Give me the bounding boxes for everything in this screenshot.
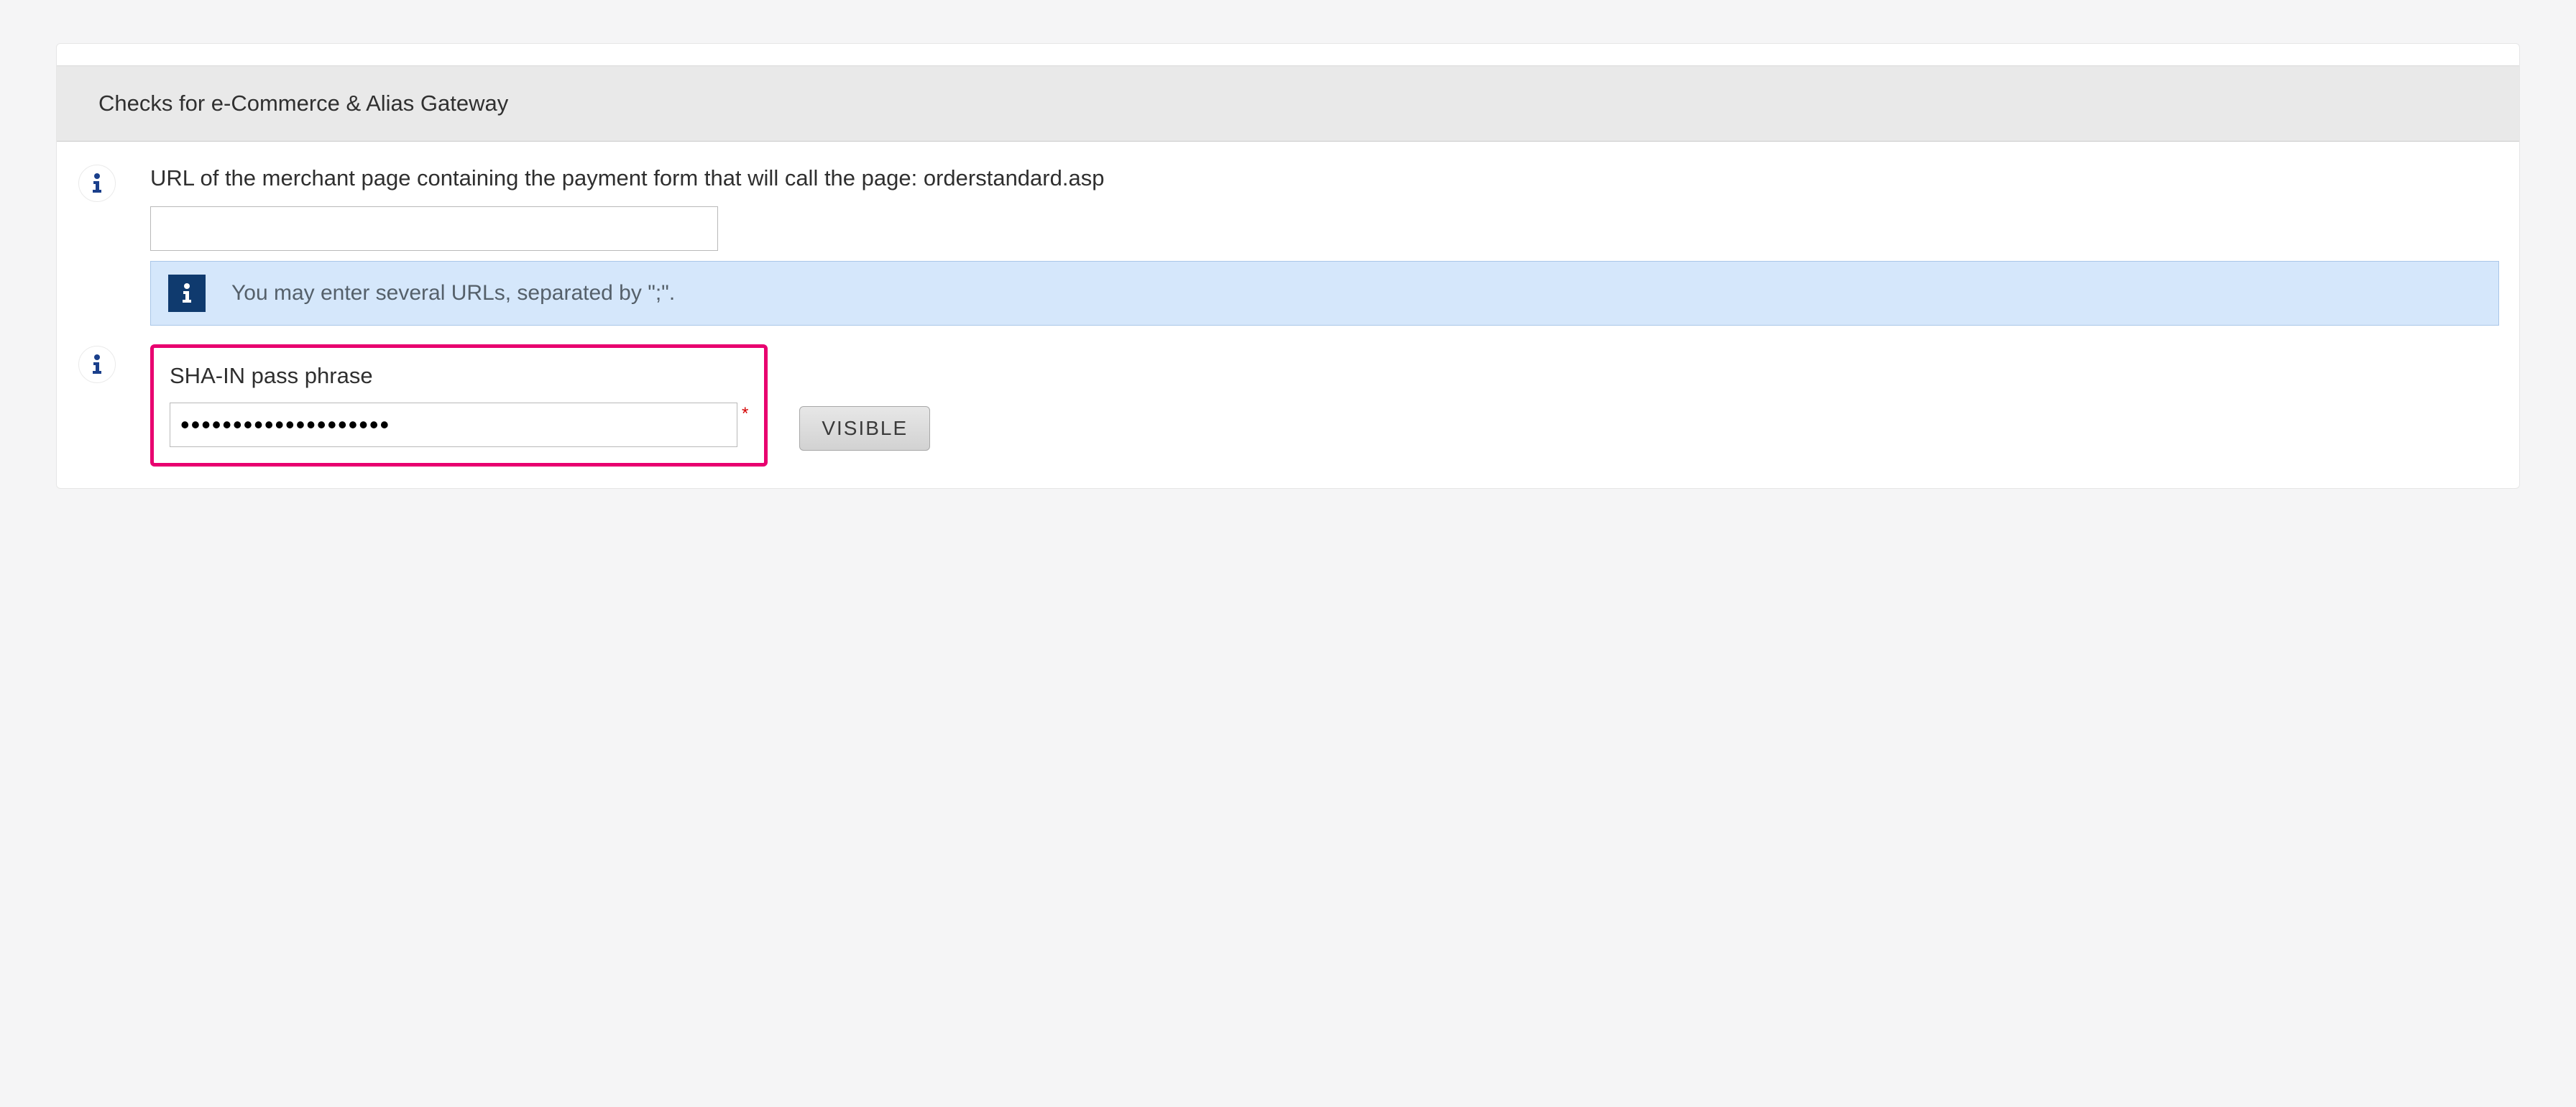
section-title: Checks for e-Commerce & Alias Gateway: [98, 91, 508, 116]
toggle-visibility-button[interactable]: VISIBLE: [799, 406, 930, 451]
sha-in-passphrase-input[interactable]: [170, 403, 737, 447]
sha-row: SHA-IN pass phrase * VISIBLE: [57, 344, 2519, 488]
url-row: URL of the merchant page containing the …: [57, 163, 2519, 326]
merchant-url-input[interactable]: [150, 206, 718, 251]
url-field-column: URL of the merchant page containing the …: [150, 163, 2519, 326]
sha-field-column: SHA-IN pass phrase * VISIBLE: [150, 344, 2519, 467]
info-square-icon: [168, 275, 206, 312]
required-indicator: *: [742, 404, 748, 424]
info-icon[interactable]: [78, 165, 116, 202]
url-note-box: You may enter several URLs, separated by…: [150, 261, 2499, 326]
sha-field-label: SHA-IN pass phrase: [170, 361, 748, 391]
section-header: Checks for e-Commerce & Alias Gateway: [57, 65, 2519, 142]
sha-input-row: *: [170, 403, 748, 447]
sha-highlight-box: SHA-IN pass phrase *: [150, 344, 768, 467]
url-field-label: URL of the merchant page containing the …: [150, 163, 2499, 193]
info-icon[interactable]: [78, 346, 116, 383]
url-note-text: You may enter several URLs, separated by…: [231, 281, 675, 306]
settings-panel: Checks for e-Commerce & Alias Gateway UR…: [56, 43, 2520, 489]
